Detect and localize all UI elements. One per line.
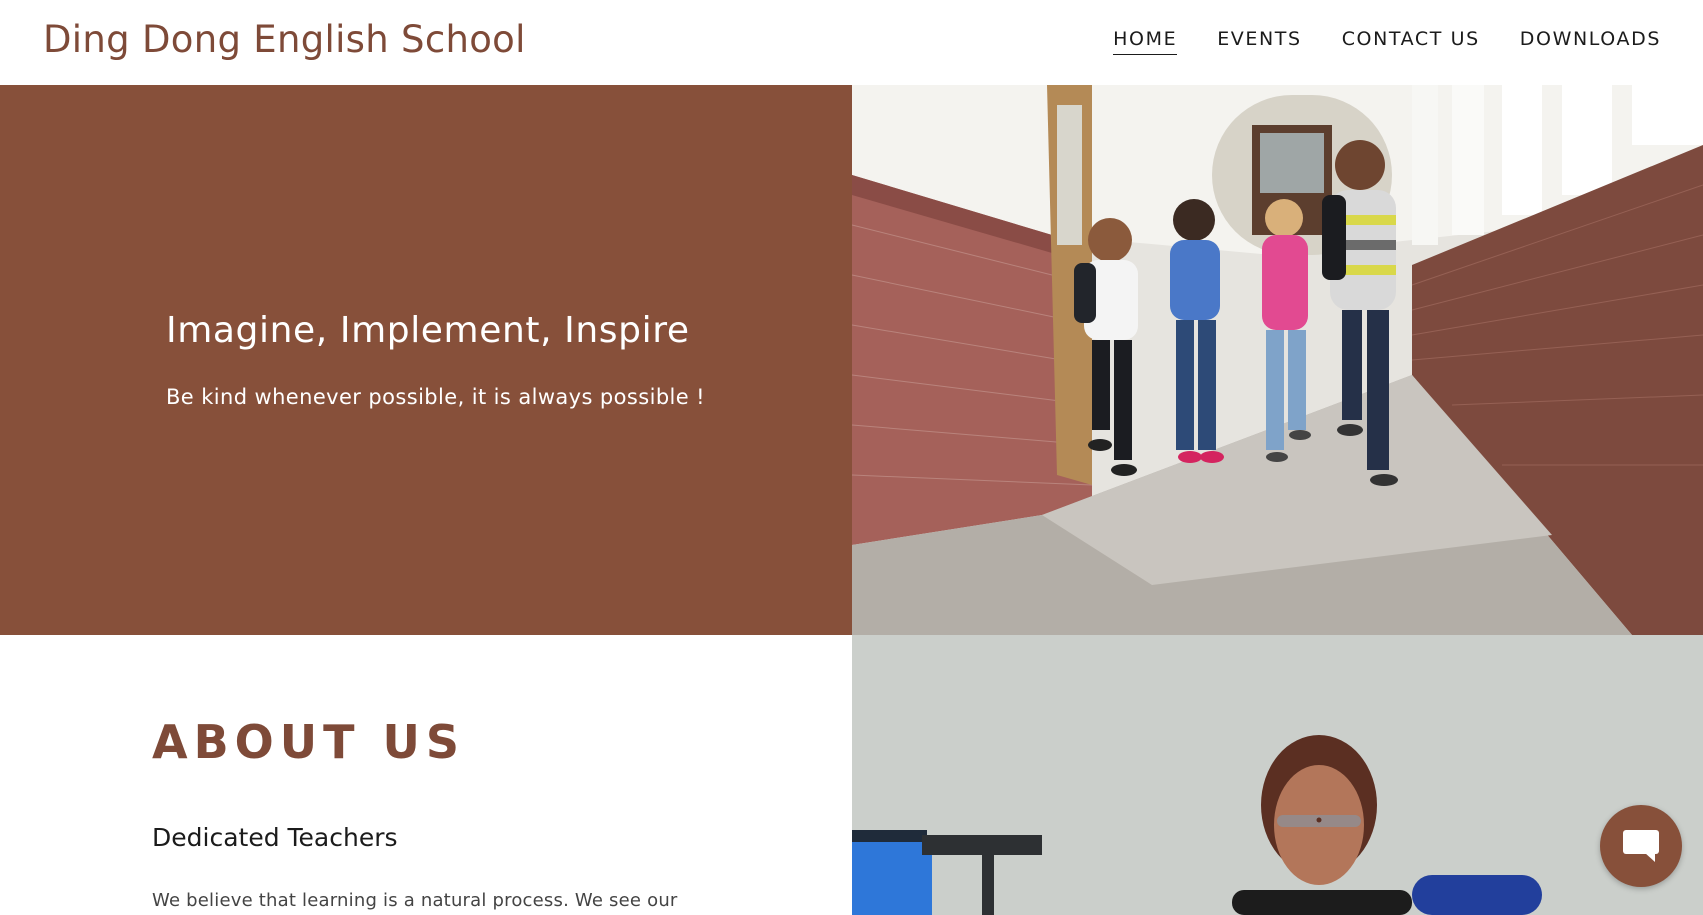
about-title: ABOUT US [152, 715, 465, 769]
chat-bubble-icon [1623, 830, 1659, 862]
about-subtitle: Dedicated Teachers [152, 823, 398, 852]
about-section: ABOUT US Dedicated Teachers We believe t… [0, 635, 852, 915]
hero-text-panel: Imagine, Implement, Inspire Be kind when… [0, 85, 852, 635]
nav-contact-us[interactable]: CONTACT US [1342, 28, 1480, 55]
chat-button[interactable] [1600, 805, 1682, 887]
nav-home[interactable]: HOME [1113, 28, 1178, 55]
nav-downloads[interactable]: DOWNLOADS [1520, 28, 1661, 55]
site-logo[interactable]: Ding Dong English School [43, 18, 526, 61]
hero-subtitle: Be kind whenever possible, it is always … [166, 385, 705, 409]
hero-image [852, 85, 1703, 635]
children-running-photo [852, 85, 1703, 635]
teacher-photo [852, 635, 1703, 915]
main-nav: HOME EVENTS CONTACT US DOWNLOADS [1113, 28, 1661, 55]
about-paragraph: We believe that learning is a natural pr… [152, 890, 678, 911]
site-header: Ding Dong English School HOME EVENTS CON… [0, 0, 1703, 85]
hero-title: Imagine, Implement, Inspire [166, 310, 690, 351]
nav-events[interactable]: EVENTS [1217, 28, 1302, 55]
about-image [852, 635, 1703, 915]
